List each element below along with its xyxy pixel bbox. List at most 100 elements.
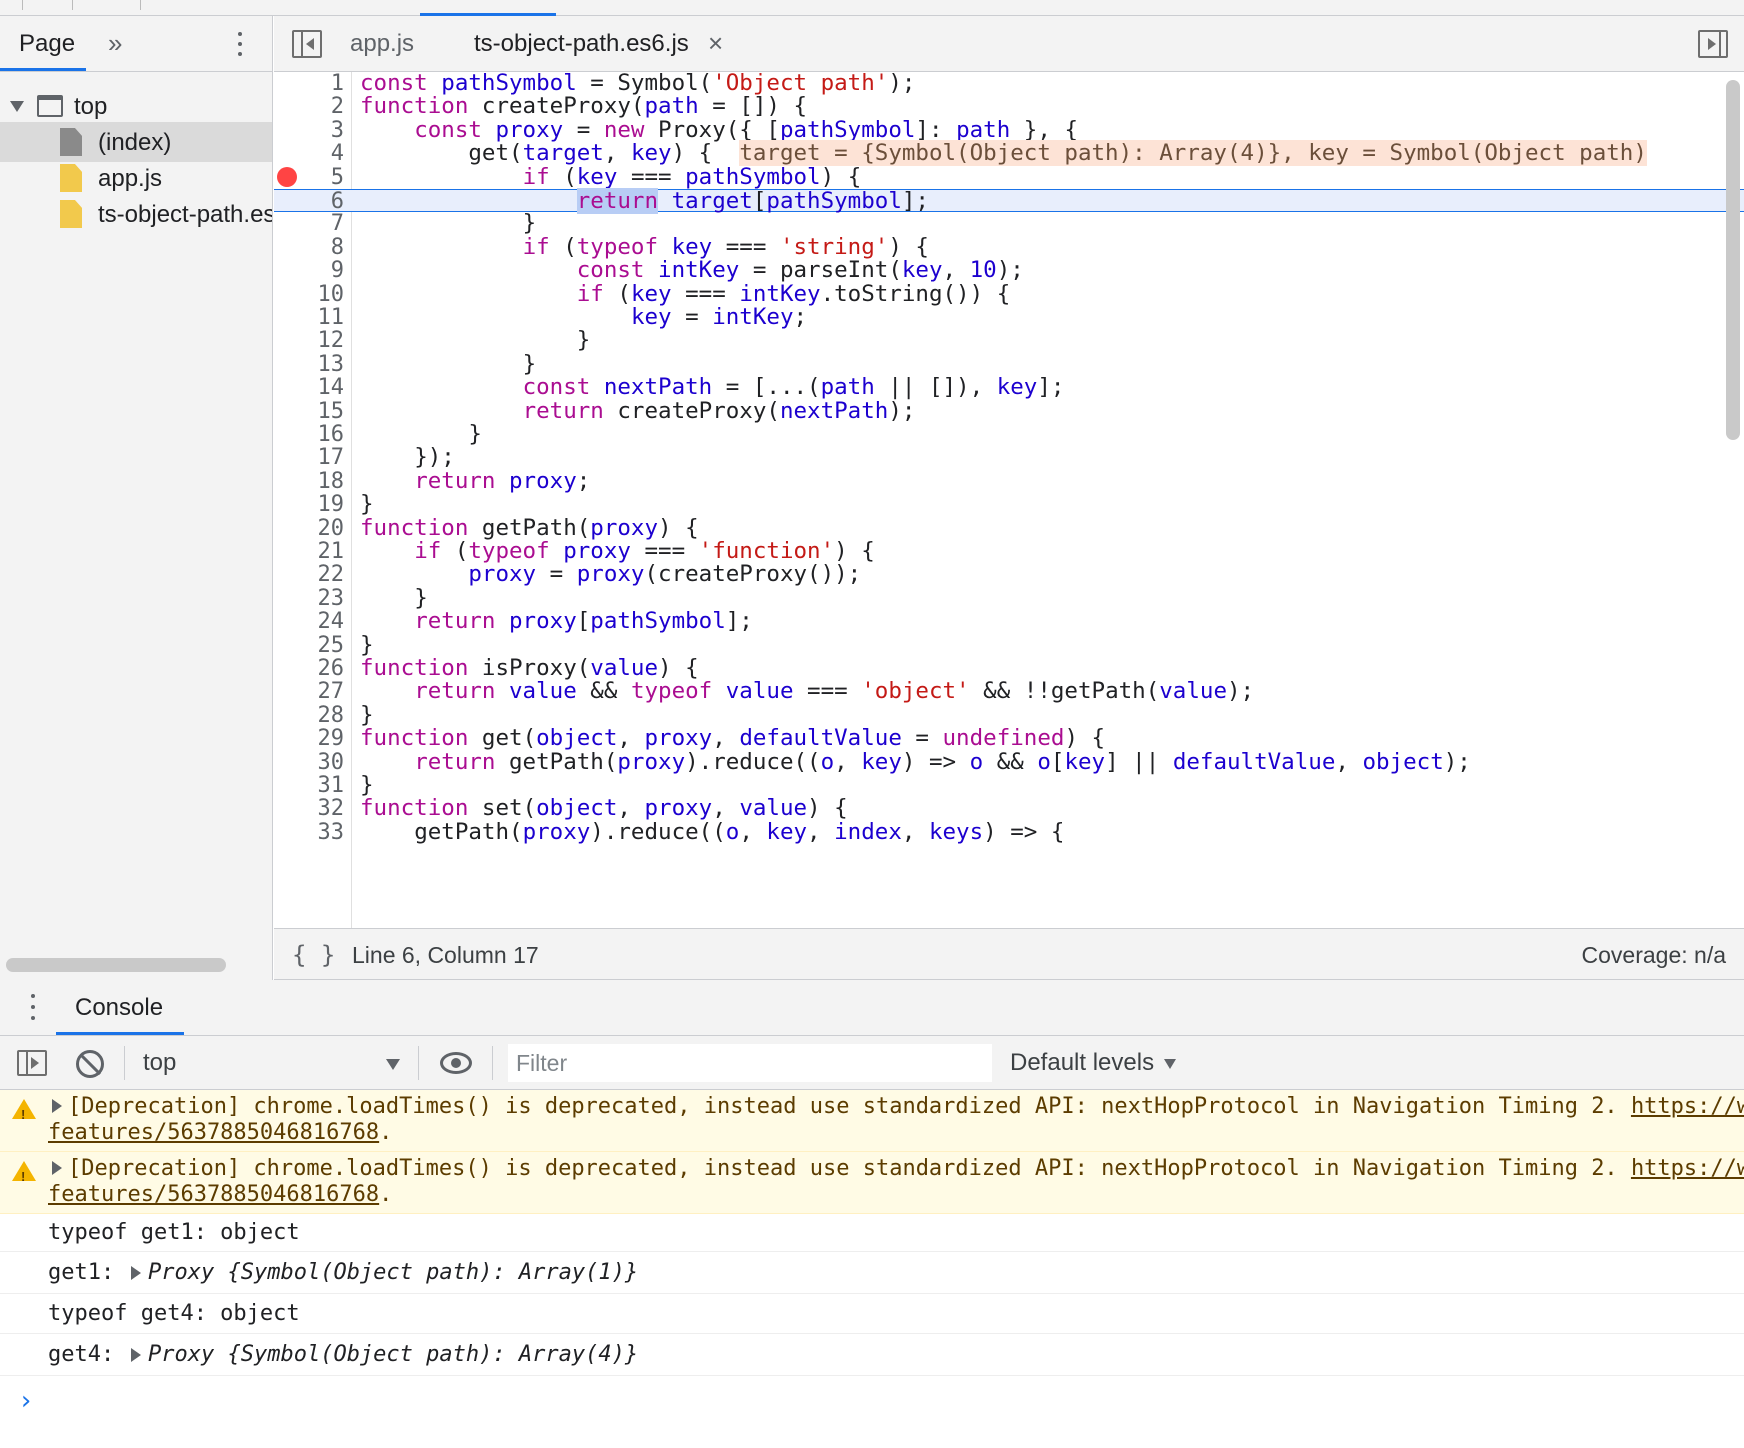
code-line[interactable]: 5 if (key === pathSymbol) { <box>274 165 1744 189</box>
line-number[interactable]: 32 <box>274 797 345 821</box>
line-number[interactable]: 33 <box>274 820 345 844</box>
expand-arrow-icon[interactable] <box>52 1099 62 1113</box>
line-number[interactable]: 14 <box>274 376 345 400</box>
expand-arrow-icon[interactable] <box>131 1266 141 1280</box>
live-expression-eye-icon[interactable] <box>440 1052 472 1074</box>
line-number[interactable]: 16 <box>274 423 345 447</box>
tree-item-app-js[interactable]: app.js <box>0 158 272 198</box>
console-filter-input[interactable] <box>508 1044 992 1082</box>
toggle-debugger-icon[interactable] <box>1698 30 1728 58</box>
line-number[interactable]: 12 <box>274 329 345 353</box>
line-number[interactable]: 19 <box>274 493 345 517</box>
line-number[interactable]: 21 <box>274 540 345 564</box>
code-line[interactable]: 2 function createProxy(path = []) { <box>274 95 1744 119</box>
code-line[interactable]: 22 proxy = proxy(createProxy()); <box>274 563 1744 587</box>
console-prompt-icon[interactable]: › <box>18 1386 34 1416</box>
close-tab-icon[interactable]: × <box>708 28 723 59</box>
code-line[interactable]: 25} <box>274 633 1744 657</box>
code-line[interactable]: 11 key = intKey; <box>274 305 1744 330</box>
line-number[interactable]: 28 <box>274 703 345 727</box>
line-number[interactable]: 18 <box>274 469 345 493</box>
code-line[interactable]: 26 function isProxy(value) { <box>274 656 1744 681</box>
tree-item-top[interactable]: top <box>0 86 272 126</box>
code-line[interactable]: 30 return getPath(proxy).reduce((o, key)… <box>274 750 1744 774</box>
drawer-menu-icon[interactable] <box>25 990 41 1024</box>
line-number[interactable]: 11 <box>274 306 345 330</box>
code-line[interactable]: 27 return value && typeof value === 'obj… <box>274 680 1744 704</box>
toggle-navigator-icon[interactable] <box>292 30 322 58</box>
proxy-object[interactable]: Proxy {Symbol(Object path): Array(1)} <box>148 1260 638 1286</box>
code-line[interactable]: 7 } <box>274 212 1744 236</box>
code-line[interactable]: 33 getPath(proxy).reduce((o, key, index,… <box>274 820 1744 844</box>
code-line[interactable]: 4 get(target, key) { target = {Symbol(Ob… <box>274 140 1744 167</box>
log-levels-dropdown[interactable]: Default levels <box>1010 1049 1154 1077</box>
code-editor[interactable]: 1 const pathSymbol = Symbol('Object path'… <box>274 72 1744 928</box>
code-line[interactable]: 15 return createProxy(nextPath); <box>274 399 1744 423</box>
device-toolbar-icon[interactable] <box>72 0 73 10</box>
line-number[interactable]: 20 <box>274 516 345 540</box>
warning-link[interactable]: features/5637885046816768 <box>48 1120 379 1145</box>
line-number[interactable]: 10 <box>274 282 345 306</box>
tree-item-ts-object-path[interactable]: ts-object-path.es6.js <box>0 194 272 234</box>
line-number[interactable]: 23 <box>274 586 345 610</box>
line-number[interactable]: 13 <box>274 352 345 376</box>
context-selector[interactable]: top <box>143 1049 176 1077</box>
code-line[interactable]: 19} <box>274 492 1744 517</box>
console-warning[interactable]: [Deprecation] chrome.loadTimes() is depr… <box>0 1090 1744 1152</box>
warning-link[interactable]: features/5637885046816768 <box>48 1182 379 1207</box>
tab-page[interactable]: Page <box>19 30 75 58</box>
line-number[interactable]: 4 <box>274 142 344 166</box>
code-line[interactable]: 13 } <box>274 352 1744 376</box>
console-log[interactable]: get4: Proxy {Symbol(Object path): Array(… <box>0 1334 1744 1376</box>
code-line[interactable]: 28} <box>274 703 1744 727</box>
line-number[interactable]: 26 <box>274 657 345 681</box>
code-line[interactable]: 24 return proxy[pathSymbol]; <box>274 609 1744 634</box>
code-line[interactable]: 16 } <box>274 422 1744 447</box>
warning-link[interactable]: https://w <box>1631 1156 1744 1181</box>
line-number[interactable]: 3 <box>274 118 344 142</box>
code-line[interactable]: 20 function getPath(proxy) { <box>274 516 1744 540</box>
line-number[interactable]: 8 <box>274 235 344 259</box>
code-line[interactable]: 8 if (typeof key === 'string') { <box>274 235 1744 259</box>
line-number[interactable]: 17 <box>274 446 345 470</box>
code-line[interactable]: 21 if (typeof proxy === 'function') { <box>274 539 1744 564</box>
line-number[interactable]: 22 <box>274 563 345 587</box>
code-line[interactable]: 14 const nextPath = [...(path || []), ke… <box>274 375 1744 400</box>
code-line[interactable]: 18 return proxy; <box>274 469 1744 493</box>
chevron-down-icon[interactable] <box>386 1059 400 1070</box>
line-number[interactable]: 27 <box>274 680 345 704</box>
tab-app-js[interactable]: app.js <box>350 30 414 58</box>
warning-link[interactable]: https://w <box>1631 1094 1744 1119</box>
line-number[interactable]: 24 <box>274 610 345 634</box>
code-line[interactable]: 9 const intKey = parseInt(key, 10); <box>274 258 1744 282</box>
code-line[interactable]: 32 function set(object, proxy, value) { <box>274 797 1744 821</box>
tree-item-index[interactable]: (index) <box>0 122 272 162</box>
console-warning[interactable]: [Deprecation] chrome.loadTimes() is depr… <box>0 1152 1744 1214</box>
code-line[interactable]: 12 } <box>274 329 1744 353</box>
console-log[interactable]: get1: Proxy {Symbol(Object path): Array(… <box>0 1252 1744 1294</box>
code-line[interactable]: 10 if (key === intKey.toString()) { <box>274 282 1744 306</box>
expand-arrow-icon[interactable] <box>131 1348 141 1362</box>
expand-arrow-icon[interactable] <box>52 1161 62 1175</box>
console-log[interactable]: typeof get4: object <box>0 1294 1744 1334</box>
console-log[interactable]: typeof get1: object <box>0 1214 1744 1252</box>
clear-console-icon[interactable] <box>76 1050 104 1078</box>
pretty-print-button[interactable]: { } <box>292 941 335 969</box>
line-number[interactable]: 6 <box>274 190 344 214</box>
more-tabs-icon[interactable]: » <box>108 28 122 59</box>
expand-arrow-icon[interactable] <box>10 101 24 112</box>
proxy-object[interactable]: Proxy {Symbol(Object path): Array(4)} <box>148 1342 638 1368</box>
code-line[interactable]: 1 const pathSymbol = Symbol('Object path'… <box>274 72 1744 95</box>
line-number[interactable]: 1 <box>274 72 344 95</box>
code-line[interactable]: 6 return target[pathSymbol]; <box>274 188 1744 214</box>
show-console-sidebar-icon[interactable] <box>17 1050 47 1076</box>
navigator-menu-icon[interactable] <box>232 28 248 60</box>
code-line[interactable]: 23 } <box>274 586 1744 610</box>
navigator-horizontal-scrollbar[interactable] <box>6 958 226 972</box>
line-number[interactable]: 15 <box>274 399 345 423</box>
line-number[interactable]: 7 <box>274 212 344 236</box>
tab-console[interactable]: Console <box>75 994 163 1022</box>
code-line[interactable]: 17 }); <box>274 446 1744 470</box>
line-number[interactable]: 2 <box>274 95 344 119</box>
line-number[interactable]: 25 <box>274 633 345 657</box>
